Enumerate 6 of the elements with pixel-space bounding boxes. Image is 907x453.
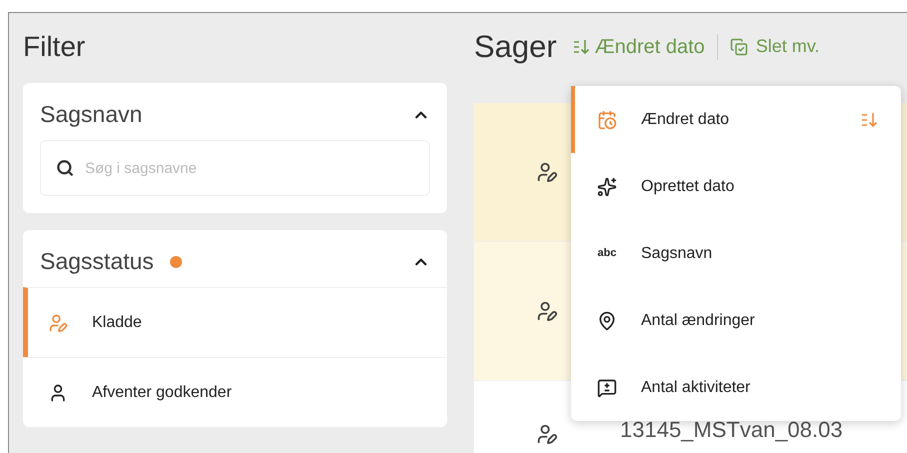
cases-title: Sager: [474, 31, 557, 62]
section-title: Sagsstatus: [40, 250, 154, 273]
abc-icon: abc: [598, 248, 616, 259]
section-title: Sagsnavn: [40, 103, 142, 126]
case-title: 13145_MSTvan_08.03: [620, 419, 843, 441]
filter-title: Filter: [23, 33, 86, 61]
